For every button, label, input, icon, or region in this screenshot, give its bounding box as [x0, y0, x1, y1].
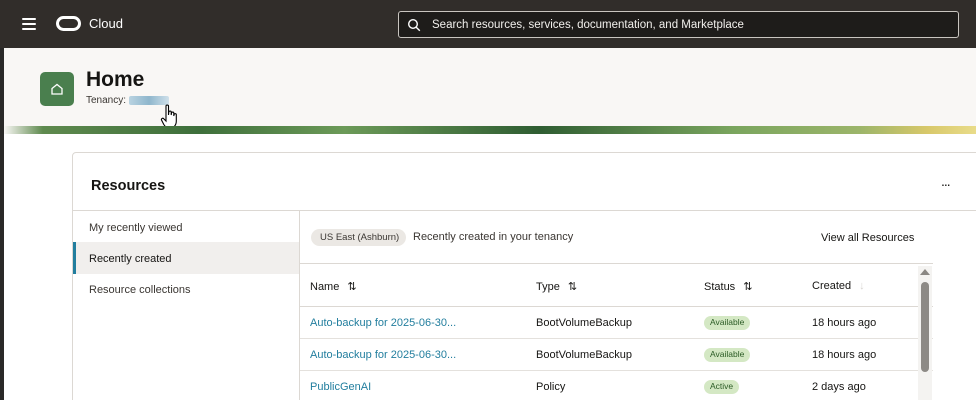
nav-resource-collections[interactable]: Resource collections: [73, 273, 299, 305]
column-header-status[interactable]: Status ⇅: [704, 280, 752, 293]
status-badge: Available: [704, 316, 751, 330]
table-scrollbar[interactable]: [918, 266, 932, 400]
resource-type: BootVolumeBackup: [536, 349, 633, 361]
column-label-created: Created: [812, 280, 852, 292]
recently-created-subtitle: Recently created in your tenancy: [413, 231, 574, 243]
hamburger-icon[interactable]: [22, 18, 36, 30]
scrollbar-thumb[interactable]: [921, 282, 929, 372]
more-actions-button[interactable]: ...: [941, 173, 951, 189]
sort-icon[interactable]: ⇅: [568, 280, 577, 293]
tenancy-label: Tenancy:: [86, 95, 127, 106]
oracle-logo-icon[interactable]: [56, 16, 81, 31]
sort-descending-icon[interactable]: ↓: [859, 280, 865, 292]
status-badge: Available: [704, 348, 751, 362]
resource-name-link[interactable]: Auto-backup for 2025-06-30...: [310, 317, 456, 329]
created-time: 2 days ago: [812, 381, 866, 393]
column-label-status: Status: [704, 281, 736, 293]
created-time: 18 hours ago: [812, 349, 877, 361]
sort-icon[interactable]: ⇅: [347, 280, 356, 293]
column-header-type[interactable]: Type ⇅: [536, 280, 577, 293]
resource-type: BootVolumeBackup: [536, 317, 633, 329]
home-icon-badge: [40, 72, 74, 106]
view-all-resources-link[interactable]: View all Resources: [821, 232, 914, 244]
status-badge: Active: [704, 380, 740, 394]
table-row: PublicGenAI Policy Active 2 days ago: [300, 371, 933, 400]
resource-name-link[interactable]: Auto-backup for 2025-06-30...: [310, 349, 456, 361]
sort-icon[interactable]: ⇅: [743, 280, 752, 293]
column-header-name[interactable]: Name ⇅: [310, 280, 357, 293]
decorative-banner: [4, 126, 976, 134]
search-box[interactable]: [398, 11, 959, 38]
resource-name-link[interactable]: PublicGenAI: [310, 381, 371, 393]
page-title: Home: [86, 68, 145, 91]
nav-my-recently-viewed[interactable]: My recently viewed: [73, 211, 299, 243]
table-row: Auto-backup for 2025-06-30... BootVolume…: [300, 307, 933, 339]
resources-card: Resources ... My recently viewed Recentl…: [72, 152, 976, 400]
resource-type: Policy: [536, 381, 566, 393]
column-header-created[interactable]: Created ↓: [812, 280, 865, 292]
column-label-type: Type: [536, 281, 560, 293]
scroll-up-arrow-icon[interactable]: [920, 269, 930, 275]
region-pill[interactable]: US East (Ashburn): [311, 229, 407, 246]
column-label-name: Name: [310, 281, 340, 293]
resources-title: Resources: [91, 178, 166, 194]
tenancy-info: Tenancy:: [86, 95, 170, 106]
table-top-border: [300, 263, 933, 264]
page-header: Home Tenancy:: [4, 48, 976, 126]
brand-name[interactable]: Cloud: [89, 16, 123, 31]
home-icon: [51, 83, 63, 95]
created-time: 18 hours ago: [812, 317, 877, 329]
nav-recently-created[interactable]: Recently created: [73, 242, 299, 274]
resources-side-nav: My recently viewed Recently created Reso…: [73, 211, 299, 400]
search-input[interactable]: [432, 12, 952, 37]
table-row: Auto-backup for 2025-06-30... BootVolume…: [300, 339, 933, 371]
top-navigation-bar: Cloud: [0, 0, 976, 48]
search-icon: [407, 18, 421, 32]
